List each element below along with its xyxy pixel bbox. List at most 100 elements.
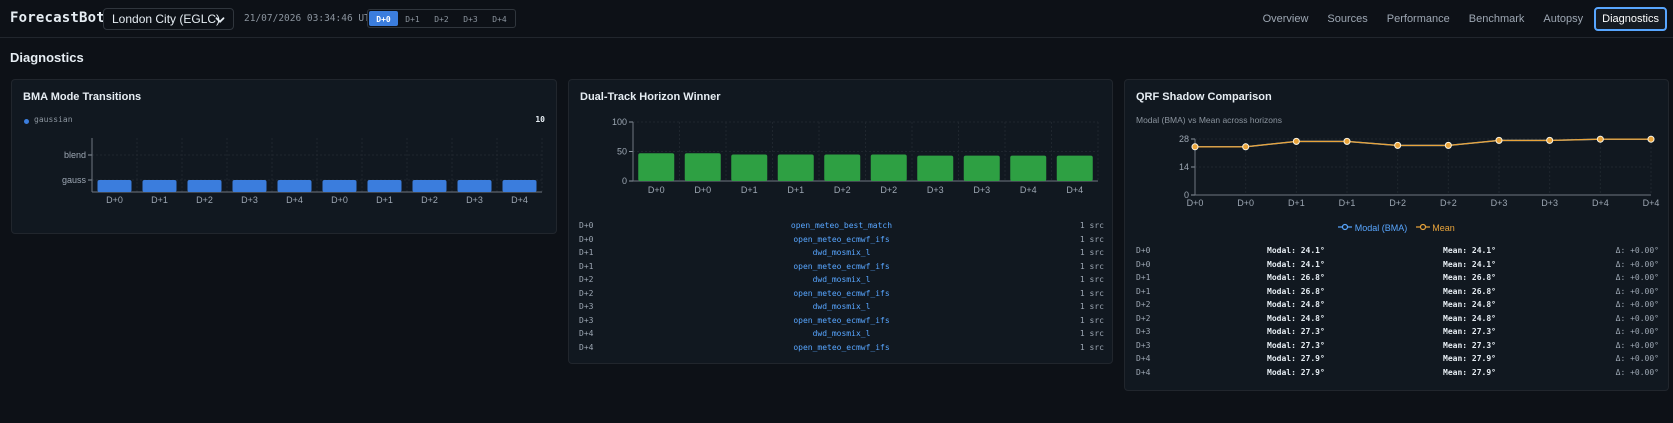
modal-value: Modal: 27.9°	[1267, 354, 1325, 363]
modal-value: Modal: 24.8°	[1267, 300, 1325, 309]
mean-value: Mean: 27.3°	[1443, 327, 1496, 336]
x-tick-label: D+1	[376, 195, 393, 205]
main-nav: Overview Sources Performance Benchmark A…	[1252, 7, 1667, 31]
list-item: D+3 dwd_mosmix_l 1 src	[579, 302, 1104, 316]
modal-value: Modal: 26.8°	[1267, 286, 1325, 296]
y-tick-label: 0	[622, 176, 627, 186]
card-title: Dual-Track Horizon Winner	[580, 91, 721, 103]
bar	[232, 180, 267, 192]
horizon-label: D+2	[1136, 313, 1151, 323]
update-timestamp: 21/07/2026 03:34:46 UTC	[244, 13, 376, 24]
day-tab-d2[interactable]: D+2	[427, 11, 456, 26]
source-name: dwd_mosmix_l	[812, 275, 871, 284]
delta-value: Δ: +0.00°	[1615, 273, 1659, 282]
list-item: D+3 Modal: 27.3° Mean: 27.3° Δ: +0.00°	[1136, 341, 1659, 355]
x-tick-label: D+2	[421, 195, 438, 205]
line-marker-icon	[1338, 223, 1353, 231]
top-bar: ForecastBot London City (EGLC) 21/07/202…	[0, 0, 1673, 38]
day-tab-d1[interactable]: D+1	[398, 11, 427, 26]
delta-value: Δ: +0.00°	[1615, 246, 1659, 255]
list-item: D+3 open_meteo_ecmwf_ifs 1 src	[579, 316, 1104, 330]
nav-benchmark[interactable]: Benchmark	[1461, 7, 1533, 31]
series-point	[1191, 143, 1199, 151]
source-count: 1 src	[1079, 248, 1104, 257]
list-item: D+2 dwd_mosmix_l 1 src	[579, 275, 1104, 289]
modal-value: Modal: 27.9°	[1267, 367, 1325, 377]
legend-mean[interactable]: Mean	[1415, 223, 1455, 233]
x-tick-label: D+0	[1187, 198, 1204, 208]
comparison-list: D+0 Modal: 24.1° Mean: 24.1° Δ: +0.00° D+0 Mo…	[1136, 246, 1659, 381]
delta-value: Δ: +0.00°	[1615, 327, 1659, 336]
series-point	[1343, 137, 1351, 145]
horizon-label: D+2	[1136, 300, 1151, 309]
bar	[1056, 155, 1093, 181]
nav-performance[interactable]: Performance	[1379, 7, 1458, 31]
delta-value: Δ: +0.00°	[1615, 300, 1659, 309]
legend-modal[interactable]: Modal (BMA)	[1338, 223, 1407, 233]
list-item: D+4 Modal: 27.9° Mean: 27.9° Δ: +0.00°	[1136, 368, 1659, 382]
station-select[interactable]: London City (EGLC)	[103, 8, 234, 30]
delta-value: Δ: +0.00°	[1615, 367, 1659, 377]
list-item: D+1 dwd_mosmix_l 1 src	[579, 248, 1104, 262]
x-tick-label: D+0	[648, 185, 665, 195]
series-point	[1292, 137, 1300, 145]
x-tick-label: D+2	[196, 195, 213, 205]
series-line	[1195, 138, 1651, 148]
legend-mean-label: Mean	[1432, 223, 1455, 233]
bar	[638, 153, 675, 181]
list-item: D+1 Modal: 26.8° Mean: 26.8° Δ: +0.00°	[1136, 273, 1659, 287]
day-tab-d4[interactable]: D+4	[485, 11, 514, 26]
source-name: dwd_mosmix_l	[812, 302, 871, 311]
x-tick-label: D+0	[106, 195, 123, 205]
x-tick-label: D+1	[741, 185, 758, 195]
bar	[870, 154, 907, 181]
x-tick-label: D+3	[973, 185, 990, 195]
delta-value: Δ: +0.00°	[1615, 259, 1659, 269]
list-item: D+3 Modal: 27.3° Mean: 27.3° Δ: +0.00°	[1136, 327, 1659, 341]
qrf-shadow-card: QRF Shadow Comparison Modal (BMA) vs Mea…	[1124, 79, 1669, 391]
source-count: 1 src	[1079, 302, 1104, 311]
list-item: D+0 open_meteo_best_match 1 src	[579, 221, 1104, 235]
legend-modal-label: Modal (BMA)	[1354, 223, 1408, 233]
bar	[97, 180, 132, 192]
x-tick-label: D+3	[1491, 198, 1508, 208]
mean-value: Mean: 26.8°	[1443, 286, 1496, 296]
horizon-label: D+3	[1136, 340, 1151, 350]
mean-value: Mean: 24.1°	[1443, 259, 1496, 269]
source-count: 1 src	[1079, 275, 1104, 284]
x-tick-label: D+1	[1339, 198, 1356, 208]
x-tick-label: D+1	[787, 185, 804, 195]
bar	[187, 180, 222, 192]
modal-value: Modal: 27.3°	[1267, 327, 1325, 336]
horizon-label: D+1	[1136, 286, 1151, 296]
x-tick-label: D+4	[1066, 185, 1083, 195]
nav-sources[interactable]: Sources	[1319, 7, 1375, 31]
bar	[412, 180, 447, 192]
modal-value: Modal: 27.3°	[1267, 340, 1325, 350]
day-tab-d3[interactable]: D+3	[456, 11, 485, 26]
day-tab-d0[interactable]: D+0	[369, 11, 398, 26]
bar	[502, 180, 537, 192]
modal-value: Modal: 24.1°	[1267, 259, 1325, 269]
nav-autopsy[interactable]: Autopsy	[1535, 7, 1591, 31]
brand-logo[interactable]: ForecastBot	[10, 10, 105, 26]
x-tick-label: D+3	[466, 195, 483, 205]
mean-value: Mean: 24.1°	[1443, 246, 1496, 255]
source-name: open_meteo_ecmwf_ifs	[793, 315, 890, 325]
y-tick-label: 28	[1179, 134, 1189, 144]
list-item: D+0 Modal: 24.1° Mean: 24.1° Δ: +0.00°	[1136, 246, 1659, 260]
horizon-label: D+1	[1136, 273, 1151, 282]
series-point	[1495, 136, 1503, 144]
list-item: D+4 open_meteo_ecmwf_ifs 1 src	[579, 343, 1104, 357]
horizon-label: D+0	[1136, 246, 1151, 255]
nav-diagnostics[interactable]: Diagnostics	[1594, 7, 1667, 31]
x-tick-label: D+3	[927, 185, 944, 195]
y-tick-label: gauss	[62, 175, 87, 185]
y-tick-label: blend	[64, 150, 86, 160]
bma-mode-card: BMA Mode Transitions gaussian 10 gauss bl…	[11, 79, 557, 234]
bar	[731, 154, 768, 181]
nav-overview[interactable]: Overview	[1255, 7, 1317, 31]
x-tick-label: D+4	[286, 195, 303, 205]
source-name: dwd_mosmix_l	[812, 248, 871, 257]
x-tick-label: D+4	[1592, 198, 1609, 208]
